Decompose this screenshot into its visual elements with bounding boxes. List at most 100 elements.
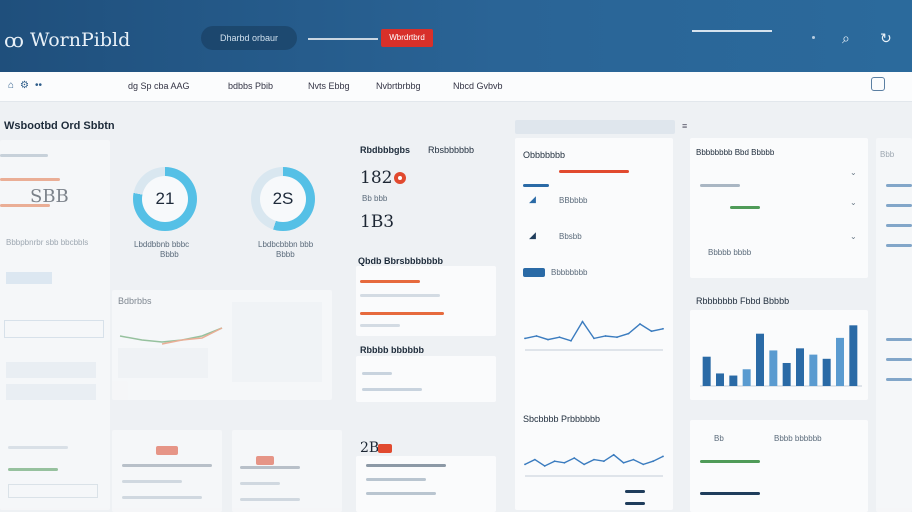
- bar[interactable]: [809, 354, 818, 386]
- data-point: [524, 463, 526, 466]
- row-label: Bbsbb: [559, 232, 582, 241]
- data-point: [612, 453, 615, 456]
- bar[interactable]: [729, 375, 738, 386]
- bar[interactable]: [836, 337, 844, 386]
- divider: [8, 446, 68, 449]
- list-item[interactable]: [6, 384, 96, 400]
- data-point: [652, 460, 655, 463]
- settings-icon[interactable]: ⚙: [20, 80, 29, 91]
- data-point: [581, 320, 584, 323]
- trend-line-orange: [161, 327, 223, 345]
- bar[interactable]: [849, 325, 858, 386]
- section-header: Rbdbbbgbs: [360, 145, 410, 155]
- bottom-kpi: 2B: [360, 440, 380, 456]
- primary-action-button[interactable]: Wbrdrtbrd: [381, 29, 433, 47]
- section-header-secondary: Rbsbbbbbb: [428, 145, 475, 155]
- row-chevron-icon[interactable]: ⌄: [850, 168, 857, 177]
- data-point: [639, 323, 641, 325]
- accent-line: [886, 338, 912, 341]
- col4-row-label: Bbbbb bbbb: [708, 248, 752, 257]
- line-chart-2: [524, 453, 664, 477]
- donut-sublabel: Bbbb: [160, 250, 179, 259]
- window-icon[interactable]: [871, 77, 885, 91]
- row-chevron-icon[interactable]: ⌄: [850, 198, 857, 207]
- data-point: [563, 461, 566, 464]
- progress-panel: [356, 266, 496, 336]
- divider: [366, 464, 446, 467]
- nav-item-5[interactable]: Nbcd Gvbvb: [453, 81, 503, 91]
- top-bar: ꝏ WornPibld Dharbd orbaur Wbrdrtbrd ⌕ ↻: [0, 0, 912, 72]
- donut-chart-1: 21: [133, 167, 197, 231]
- kpi-value-1: 182: [360, 168, 393, 188]
- accent-line: [886, 224, 912, 227]
- bar[interactable]: [716, 373, 724, 386]
- search-icon[interactable]: ⌕: [842, 30, 850, 47]
- accent-line: [886, 204, 912, 207]
- col4-header: Bbbbbbbb Bbd Bbbbb: [696, 148, 775, 157]
- data-point: [593, 337, 595, 340]
- list-item[interactable]: [6, 362, 96, 378]
- col3-menu-icon[interactable]: ≡: [682, 121, 687, 131]
- bottom-list-1: [112, 430, 222, 512]
- status-dot: [812, 36, 815, 39]
- nav-item-3[interactable]: Nvts Ebbg: [308, 81, 350, 91]
- select-field[interactable]: [4, 320, 104, 338]
- home-icon[interactable]: ⌂: [8, 80, 14, 91]
- donut-value: 2S: [260, 176, 306, 222]
- trend-panel: Bdbrbbs: [112, 290, 332, 400]
- nav-item-2[interactable]: bdbbs Pbib: [228, 81, 273, 91]
- alert-icon[interactable]: [394, 172, 406, 184]
- bar[interactable]: [756, 333, 764, 386]
- input-field[interactable]: [8, 484, 98, 498]
- data-point: [622, 461, 625, 464]
- status-badge: [156, 446, 178, 455]
- tag-label: Bbbbbbbb: [551, 268, 588, 277]
- app-title: WornPibld: [29, 29, 131, 51]
- data-point: [558, 336, 561, 339]
- accent-line: [886, 358, 912, 361]
- accent-line: [886, 244, 912, 247]
- divider: [362, 372, 392, 375]
- accent-line: [886, 184, 912, 187]
- filter-chip[interactable]: [6, 272, 52, 284]
- more-icon[interactable]: ••: [35, 80, 42, 91]
- divider: [360, 294, 440, 297]
- bar[interactable]: [769, 350, 778, 386]
- bar[interactable]: [822, 358, 831, 386]
- divider: [700, 492, 760, 495]
- refresh-icon[interactable]: ↻: [880, 30, 892, 47]
- tag-chip[interactable]: [523, 268, 545, 277]
- bar-chart: [700, 325, 862, 387]
- lower-label: Bb: [714, 434, 724, 443]
- accent-line: [8, 468, 58, 471]
- section-header: Qbdb Bbrsbbbbbbb: [358, 256, 443, 266]
- col3-title: Obbbbbbb: [523, 150, 566, 160]
- data-point: [547, 338, 549, 341]
- data-point: [602, 460, 605, 463]
- row-label: BBbbbb: [559, 196, 588, 205]
- bar[interactable]: [782, 362, 791, 386]
- bar[interactable]: [796, 348, 804, 386]
- data-point: [604, 335, 607, 337]
- divider: [366, 492, 436, 495]
- divider: [362, 388, 422, 391]
- data-point: [573, 457, 576, 459]
- row-chevron-icon[interactable]: ⌄: [850, 232, 857, 241]
- search-input[interactable]: Dharbd orbaur: [201, 26, 297, 50]
- nav-item-4[interactable]: Nvbrtbrbbg: [376, 81, 421, 91]
- data-point: [570, 339, 572, 342]
- col3-search-input[interactable]: [515, 120, 675, 134]
- data-point: [593, 458, 595, 461]
- left-sub-label: Bbbpbnrbr sbb bbcbbls: [6, 238, 89, 247]
- data-point: [535, 335, 538, 337]
- app-logo[interactable]: ꝏ WornPibld: [4, 28, 130, 52]
- bar[interactable]: [742, 369, 751, 386]
- col4-lower-panel: Bb Bbbb bbbbbb: [690, 420, 868, 512]
- bar[interactable]: [702, 356, 711, 386]
- nav-item-1[interactable]: dg Sp cba AAG: [128, 81, 190, 91]
- col5-header: Bbb: [880, 150, 895, 159]
- data-point: [650, 330, 653, 333]
- status-badge: [378, 444, 392, 453]
- accent-line: [0, 178, 60, 181]
- divider: [625, 502, 645, 505]
